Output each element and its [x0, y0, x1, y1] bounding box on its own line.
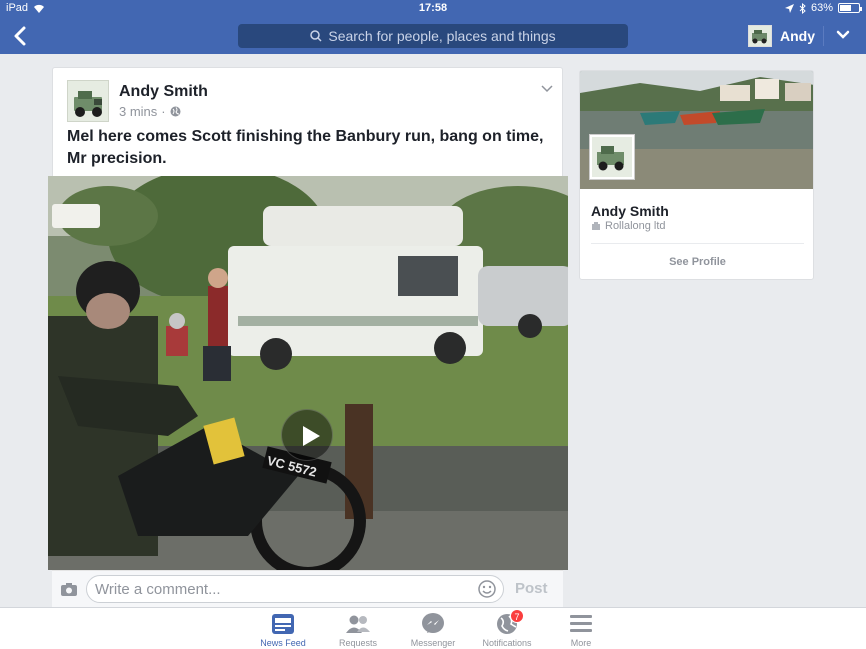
card-divider	[591, 243, 804, 244]
see-profile-button[interactable]: See Profile	[580, 256, 813, 268]
post-comment-button[interactable]: Post	[515, 580, 548, 597]
user-name: Andy	[780, 28, 815, 44]
tab-news-feed[interactable]: News Feed	[243, 612, 323, 648]
search-bar[interactable]: Search for people, places and things	[238, 24, 628, 48]
meta-separator: ·	[161, 104, 166, 119]
profile-shortcut[interactable]: Andy	[748, 24, 815, 48]
friend-requests-icon	[346, 615, 370, 633]
profile-workplace: Rollalong ltd	[591, 220, 666, 232]
news-feed-icon	[272, 614, 294, 634]
tab-label: Notifications	[482, 638, 532, 648]
post-author[interactable]: Andy Smith	[119, 83, 208, 101]
status-bar: iPad 17:58 63%	[0, 0, 866, 18]
messenger-icon	[422, 613, 444, 633]
chevron-down-icon[interactable]	[834, 26, 852, 44]
tab-notifications[interactable]: 7 Notifications	[467, 609, 547, 648]
tab-label: Requests	[338, 638, 378, 648]
profile-company: Rollalong ltd	[605, 220, 666, 232]
post-text: Mel here comes Scott finishing the Banbu…	[67, 128, 544, 167]
tab-messenger[interactable]: Messenger	[393, 612, 473, 648]
tab-label: News Feed	[260, 638, 306, 648]
chevron-down-icon[interactable]	[540, 84, 554, 94]
status-time: 17:58	[418, 2, 448, 14]
profile-avatar[interactable]	[590, 135, 634, 179]
comment-input[interactable]: Write a comment...	[86, 575, 504, 603]
tab-more[interactable]: More	[541, 612, 621, 648]
globe-audience-icon[interactable]	[170, 106, 181, 117]
post-time[interactable]: 3 mins	[119, 104, 157, 119]
location-arrow-icon	[784, 3, 794, 13]
bottom-tab-bar: News Feed Requests Messenger 7 Notificat…	[0, 607, 866, 649]
workplace-icon	[592, 222, 600, 230]
nav-divider	[823, 26, 824, 46]
tab-label: Messenger	[410, 638, 456, 648]
comment-bar: Write a comment... Post	[52, 570, 563, 607]
notification-badge: 7	[510, 609, 524, 623]
profile-card: Andy Smith Rollalong ltd See Profile	[579, 70, 814, 280]
battery-percent: 63%	[810, 2, 833, 14]
emoji-icon[interactable]	[478, 580, 496, 598]
bluetooth-icon	[799, 2, 806, 14]
hamburger-menu-icon	[570, 615, 592, 632]
play-button[interactable]	[281, 409, 333, 461]
tab-label: More	[570, 638, 592, 648]
battery-icon	[838, 3, 862, 13]
camera-icon[interactable]	[60, 581, 78, 597]
search-placeholder: Search for people, places and things	[328, 28, 556, 44]
search-icon	[310, 30, 322, 42]
video-frame: VC 5572	[48, 176, 568, 570]
tab-requests[interactable]: Requests	[318, 612, 398, 648]
profile-name[interactable]: Andy Smith	[591, 203, 669, 219]
back-arrow-icon[interactable]	[10, 24, 32, 48]
globe-icon: 7	[494, 609, 524, 636]
video-player[interactable]: VC 5572	[48, 176, 568, 570]
author-avatar[interactable]	[67, 80, 109, 122]
post-meta: 3 mins ·	[119, 104, 181, 119]
avatar	[748, 25, 772, 47]
top-navigation-bar: iPad 17:58 63% Search for people, places…	[0, 0, 866, 54]
